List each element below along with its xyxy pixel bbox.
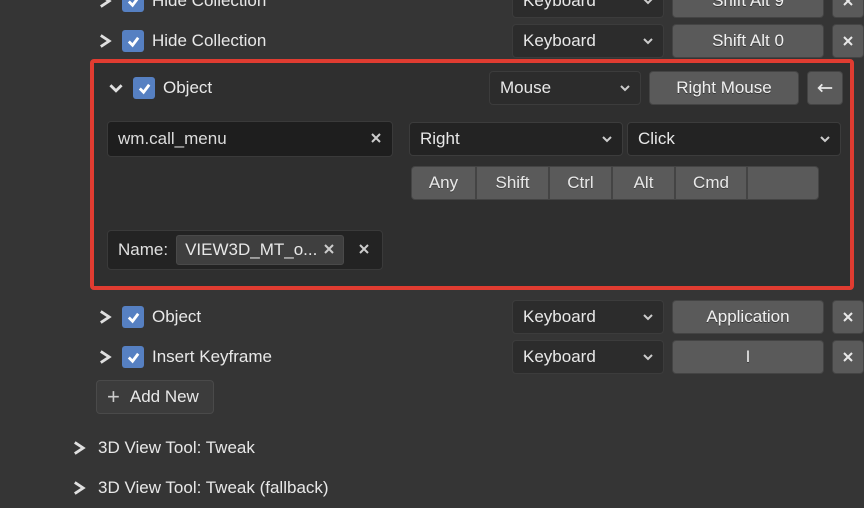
key-binding[interactable]: Application — [672, 300, 824, 334]
keymap-row: Hide Collection Keyboard Shift Alt 9 — [0, 0, 864, 21]
remove-button[interactable] — [832, 340, 864, 374]
chevron-down-icon — [643, 0, 653, 11]
mod-ctrl[interactable]: Ctrl — [549, 166, 612, 200]
remove-button[interactable] — [832, 300, 864, 334]
keymap-row: Object Keyboard Application — [0, 297, 864, 337]
category-label: 3D View Tool: Tweak (fallback) — [98, 478, 329, 498]
device-dropdown[interactable]: Keyboard — [512, 24, 664, 58]
device-dropdown[interactable]: Keyboard — [512, 0, 664, 18]
property-name-label: Name: — [118, 240, 168, 260]
key-binding[interactable]: Right Mouse — [649, 71, 799, 105]
clear-icon[interactable] — [323, 240, 335, 260]
property-name-field: Name: VIEW3D_MT_o... — [107, 230, 383, 270]
expand-chevron[interactable] — [96, 0, 114, 10]
mod-alt[interactable]: Alt — [612, 166, 675, 200]
chevron-down-icon — [643, 31, 653, 51]
device-dropdown[interactable]: Mouse — [489, 71, 641, 105]
enable-checkbox[interactable] — [122, 30, 144, 52]
click-mode-dropdown[interactable]: Click — [627, 122, 841, 156]
expanded-keymap-item: Object Mouse Right Mouse wm.call_menu Ri… — [90, 59, 854, 290]
enable-checkbox[interactable] — [122, 346, 144, 368]
keymap-label: Hide Collection — [152, 0, 504, 11]
device-dropdown[interactable]: Keyboard — [512, 300, 664, 334]
restore-button[interactable] — [807, 71, 843, 105]
keymap-row: Hide Collection Keyboard Shift Alt 0 — [0, 21, 864, 61]
expand-chevron[interactable] — [96, 348, 114, 366]
device-dropdown[interactable]: Keyboard — [512, 340, 664, 374]
expand-chevron[interactable] — [96, 32, 114, 50]
chevron-down-icon — [643, 347, 653, 367]
remove-button[interactable] — [832, 24, 864, 58]
key-binding[interactable]: Shift Alt 0 — [672, 24, 824, 58]
mod-cmd[interactable]: Cmd — [675, 166, 747, 200]
key-binding[interactable]: I — [672, 340, 824, 374]
keymap-label: Hide Collection — [152, 31, 504, 51]
keymap-row: Insert Keyframe Keyboard I — [0, 337, 864, 377]
expand-chevron[interactable] — [96, 308, 114, 326]
keymap-label: Object — [163, 78, 481, 98]
plus-icon: + — [107, 386, 120, 408]
remove-button[interactable] — [832, 0, 864, 18]
property-name-input[interactable]: VIEW3D_MT_o... — [176, 235, 344, 265]
category-label: 3D View Tool: Tweak — [98, 438, 255, 458]
collapse-chevron[interactable] — [107, 79, 125, 97]
chevron-down-icon — [643, 307, 653, 327]
enable-checkbox[interactable] — [133, 77, 155, 99]
chevron-down-icon — [820, 129, 830, 149]
mouse-side-dropdown[interactable]: Right — [409, 122, 623, 156]
expand-chevron[interactable] — [70, 479, 88, 497]
operator-input[interactable]: wm.call_menu — [107, 121, 393, 157]
remove-property-icon[interactable] — [352, 240, 376, 260]
enable-checkbox[interactable] — [122, 306, 144, 328]
clear-icon[interactable] — [370, 129, 382, 149]
chevron-down-icon — [620, 78, 630, 98]
mod-shift[interactable]: Shift — [476, 166, 549, 200]
enable-checkbox[interactable] — [122, 0, 144, 12]
key-binding[interactable]: Shift Alt 9 — [672, 0, 824, 18]
keymap-label: Object — [152, 307, 504, 327]
keymap-category[interactable]: 3D View Tool: Tweak (fallback) — [0, 468, 864, 508]
mod-any[interactable]: Any — [411, 166, 476, 200]
keymap-category[interactable]: 3D View Tool: Tweak — [0, 428, 864, 468]
add-new-button[interactable]: + Add New — [96, 380, 214, 414]
mod-extra[interactable] — [747, 166, 819, 200]
chevron-down-icon — [602, 129, 612, 149]
expand-chevron[interactable] — [70, 439, 88, 457]
keymap-label: Insert Keyframe — [152, 347, 504, 367]
